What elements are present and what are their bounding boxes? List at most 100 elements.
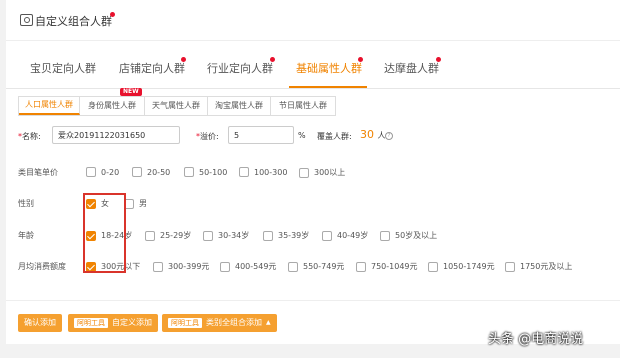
gender-row-label: 性别 — [18, 199, 34, 208]
notification-dot — [110, 12, 115, 17]
button-label: 类别全组合添加 — [206, 318, 262, 327]
tab-dot — [436, 57, 441, 62]
option-label: 400-549元 — [235, 262, 277, 271]
help-icon[interactable]: ? — [385, 132, 393, 140]
subtab-weather[interactable]: 天气属性人群 — [145, 97, 208, 115]
checkbox[interactable] — [145, 230, 155, 241]
spend-option-under-300[interactable]: 300元以下 — [86, 261, 140, 272]
price-row-label: 类目笔单价 — [18, 168, 58, 177]
checkbox[interactable] — [322, 230, 332, 241]
age-option-35-39[interactable]: 35-39岁 — [263, 230, 309, 241]
subtab-label: 人口属性人群 — [25, 100, 73, 109]
price-option-50-100[interactable]: 50-100 — [184, 167, 227, 177]
attribute-subtabs: 人口属性人群 身份属性人群 NEW 天气属性人群 淘宝属性人群 节日属性人群 — [18, 88, 336, 116]
tab-damo-crowd[interactable]: 达摩盘人群 — [384, 60, 439, 76]
option-label: 男 — [139, 199, 147, 208]
divider — [6, 300, 620, 301]
tool-tag: 阿明工具 — [74, 318, 108, 328]
spend-option-1050-1749[interactable]: 1050-1749元 — [428, 261, 495, 272]
checkbox[interactable] — [132, 167, 142, 177]
checkbox[interactable] — [153, 261, 163, 272]
price-option-100-300[interactable]: 100-300 — [239, 167, 287, 177]
option-label: 40-49岁 — [337, 231, 369, 240]
checkbox[interactable] — [505, 261, 515, 272]
checkbox[interactable] — [288, 261, 298, 272]
spend-option-400-549[interactable]: 400-549元 — [220, 261, 276, 272]
option-label: 20-50 — [147, 167, 171, 177]
coverage-count: 30 人 — [360, 128, 386, 141]
age-option-25-29[interactable]: 25-29岁 — [145, 230, 191, 241]
subtab-label: 节日属性人群 — [279, 101, 327, 110]
subtab-label: 淘宝属性人群 — [215, 101, 263, 110]
button-label: 确认添加 — [24, 318, 56, 327]
crowd-type-tabs: 宝贝定向人群 店铺定向人群 行业定向人群 基础属性人群 达摩盘人群 — [6, 40, 620, 89]
spend-option-550-749[interactable]: 550-749元 — [288, 261, 344, 272]
checkbox-checked[interactable] — [86, 230, 96, 241]
price-option-0-20[interactable]: 0-20 — [86, 167, 119, 177]
checkbox[interactable] — [380, 230, 390, 241]
checkbox[interactable] — [239, 167, 249, 177]
checkbox[interactable] — [299, 167, 309, 178]
confirm-add-button[interactable]: 确认添加 — [18, 314, 62, 332]
spend-option-750-1049[interactable]: 750-1049元 — [356, 261, 418, 272]
watermark-text: 头条 @电商说说 — [488, 332, 584, 347]
subtab-festival[interactable]: 节日属性人群 — [271, 97, 335, 115]
tab-dot — [270, 57, 275, 62]
option-label: 300以上 — [314, 168, 346, 177]
category-combo-add-button[interactable]: 阿明工具 类别全组合添加 ▲ — [162, 314, 277, 332]
age-option-50-plus[interactable]: 50岁及以上 — [380, 230, 437, 241]
checkbox[interactable] — [220, 261, 230, 272]
checkbox[interactable] — [203, 230, 213, 241]
checkbox[interactable] — [124, 198, 134, 209]
tab-industry-crowd[interactable]: 行业定向人群 — [207, 60, 273, 76]
gender-option-female[interactable]: 女 — [86, 198, 109, 209]
price-option-300-plus[interactable]: 300以上 — [299, 167, 345, 178]
gender-option-male[interactable]: 男 — [124, 198, 147, 209]
option-label: 300-399元 — [168, 262, 210, 271]
caret-up-icon: ▲ — [266, 319, 271, 326]
name-label: *名称: — [18, 132, 41, 141]
checkbox[interactable] — [86, 167, 96, 177]
subtab-label: 天气属性人群 — [152, 101, 200, 110]
checkbox-checked[interactable] — [86, 198, 96, 209]
option-label: 550-749元 — [303, 262, 345, 271]
tab-dot — [358, 57, 363, 62]
option-label: 35-39岁 — [278, 231, 310, 240]
tab-shop-crowd[interactable]: 店铺定向人群 — [119, 60, 185, 76]
tab-basic-attribute-crowd[interactable]: 基础属性人群 — [296, 60, 362, 76]
active-tab-underline — [289, 86, 367, 88]
spend-option-300-399[interactable]: 300-399元 — [153, 261, 209, 272]
option-label: 1750元及以上 — [520, 262, 573, 271]
new-badge: NEW — [120, 88, 142, 96]
subtab-taobao[interactable]: 淘宝属性人群 — [208, 97, 271, 115]
price-option-20-50[interactable]: 20-50 — [132, 167, 170, 177]
subtab-demographic[interactable]: 人口属性人群 — [19, 97, 80, 115]
coverage-label: 覆盖人群: — [317, 132, 352, 141]
option-label: 25-29岁 — [160, 231, 192, 240]
option-label: 100-300 — [254, 167, 288, 177]
custom-add-button[interactable]: 阿明工具 自定义添加 — [68, 314, 158, 332]
age-option-30-34[interactable]: 30-34岁 — [203, 230, 249, 241]
custom-crowd-panel: 自定义组合人群 宝贝定向人群 店铺定向人群 行业定向人群 基础属性人群 达摩盘人… — [6, 0, 620, 344]
tool-tag: 阿明工具 — [168, 318, 202, 328]
checkbox[interactable] — [184, 167, 194, 177]
spend-option-1750-plus[interactable]: 1750元及以上 — [505, 261, 572, 272]
checkbox[interactable] — [356, 261, 366, 272]
subtab-identity[interactable]: 身份属性人群 NEW — [80, 88, 145, 115]
checkbox[interactable] — [263, 230, 273, 241]
option-label: 1050-1749元 — [443, 262, 495, 271]
checkbox-checked[interactable] — [86, 261, 96, 272]
checkbox[interactable] — [428, 261, 438, 272]
option-label: 50岁及以上 — [395, 231, 438, 240]
user-card-icon — [20, 14, 33, 26]
panel-title: 自定义组合人群 — [35, 15, 112, 28]
option-label: 女 — [101, 199, 109, 208]
tab-item-crowd[interactable]: 宝贝定向人群 — [30, 60, 96, 76]
name-input[interactable] — [52, 126, 180, 144]
age-option-40-49[interactable]: 40-49岁 — [322, 230, 368, 241]
premium-unit: % — [298, 131, 306, 140]
premium-input[interactable] — [228, 126, 294, 144]
age-option-18-24[interactable]: 18-24岁 — [86, 230, 132, 241]
option-label: 0-20 — [101, 167, 120, 177]
panel-header: 自定义组合人群 — [6, 0, 620, 41]
